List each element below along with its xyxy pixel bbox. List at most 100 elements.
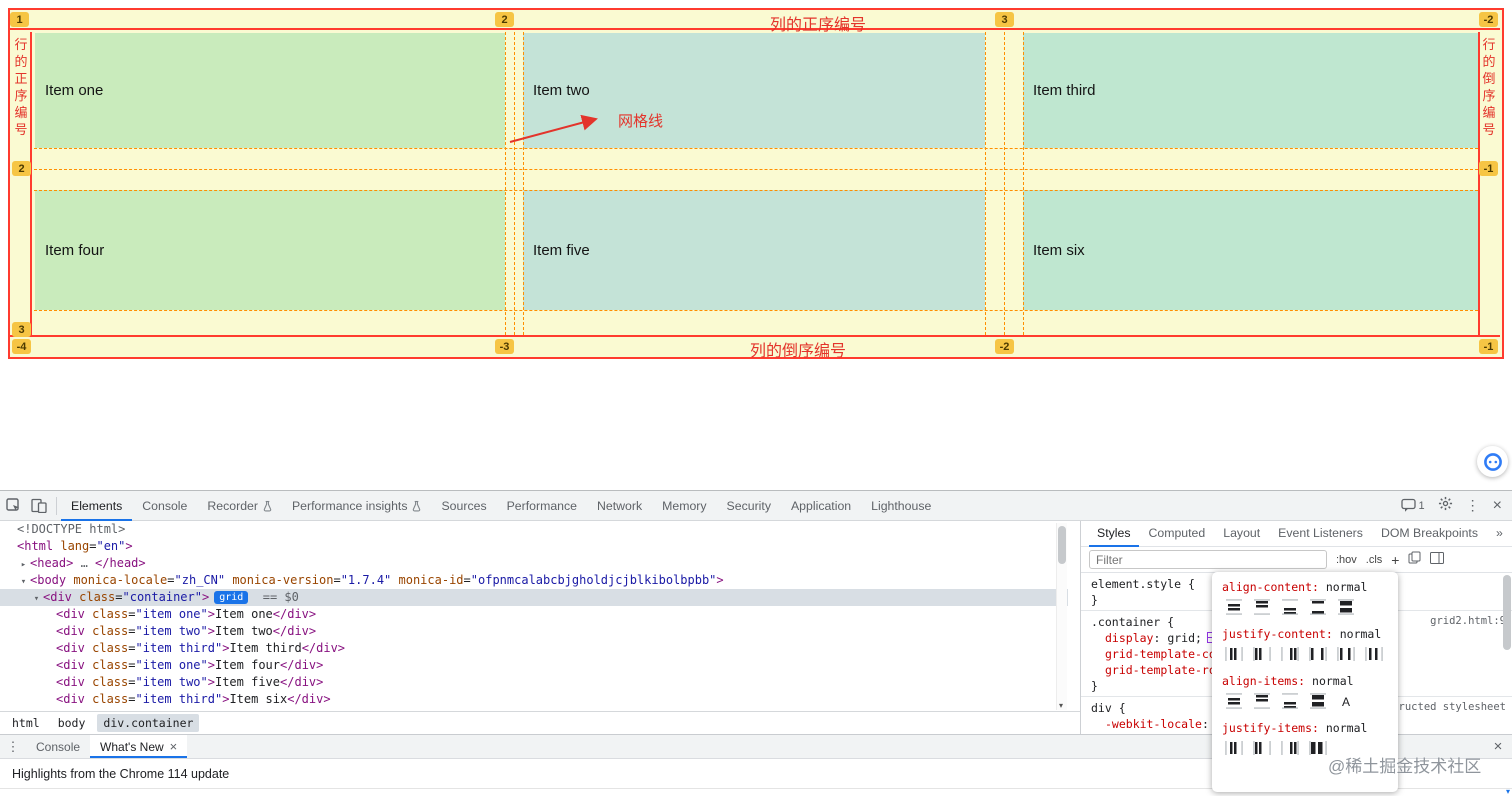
align-content-stretch-button[interactable] (1334, 597, 1358, 617)
devtools-tab-performance[interactable]: Performance (497, 491, 587, 521)
dom-node[interactable]: <!DOCTYPE html> (0, 521, 1068, 538)
justify-items-start-button[interactable] (1250, 738, 1274, 758)
whats-new-heading: Highlights from the Chrome 114 update (12, 766, 230, 781)
expander-icon[interactable]: ▸ (17, 557, 30, 572)
justify-content-center-button[interactable] (1222, 644, 1246, 664)
elements-scrollbar[interactable]: ▾ (1056, 523, 1067, 710)
svg-text:A: A (1342, 695, 1350, 709)
column-negative-title: 列的倒序编号 (750, 343, 847, 360)
justify-items-center-button[interactable] (1222, 738, 1246, 758)
grid-line-number-badge: -2 (1479, 12, 1498, 27)
styles-tab-event-listeners[interactable]: Event Listeners (1270, 521, 1371, 547)
justify-content-around-button[interactable] (1334, 644, 1358, 664)
styles-tab-computed[interactable]: Computed (1141, 521, 1214, 547)
column-positive-title: 列的正序编号 (770, 17, 867, 34)
issues-count-button[interactable]: 1 (1400, 498, 1425, 513)
issues-count: 1 (1418, 499, 1425, 512)
devtools-tab-console[interactable]: Console (132, 491, 197, 521)
styles-tab-layout[interactable]: Layout (1215, 521, 1268, 547)
styles-tab-dom-breakpoints[interactable]: DOM Breakpoints (1373, 521, 1486, 547)
monica-extension-button[interactable] (1477, 446, 1508, 477)
rule-selector[interactable]: .container (1091, 615, 1160, 629)
more-tabs-button[interactable]: » (1488, 521, 1512, 547)
justify-content-between-button[interactable] (1306, 644, 1330, 664)
dom-node[interactable]: <div class="item third">Item six</div> (0, 691, 1068, 708)
grid-line-number-badge: -1 (1479, 161, 1498, 176)
scrollbar-thumb[interactable] (1058, 526, 1066, 564)
styles-tab-styles[interactable]: Styles (1089, 521, 1139, 547)
align-items-start-button[interactable] (1250, 691, 1274, 711)
expander-icon[interactable]: ▾ (17, 574, 30, 589)
devtools-tab-memory[interactable]: Memory (652, 491, 716, 521)
justify-items-stretch-button[interactable] (1306, 738, 1330, 758)
close-drawer-icon[interactable]: × (1484, 735, 1512, 758)
dom-node[interactable]: ▸ <head> … </head> (0, 555, 1068, 572)
devtools-tab-sources[interactable]: Sources (431, 491, 496, 521)
justify-items-end-button[interactable] (1278, 738, 1302, 758)
copy-styles-icon[interactable] (1408, 551, 1421, 569)
breadcrumb: html body div.container (0, 711, 1080, 734)
dom-node[interactable]: <div class="item one">Item four</div> (0, 657, 1068, 674)
close-tab-icon[interactable]: × (170, 739, 178, 754)
rule-source-link[interactable]: grid2.html:9 (1430, 615, 1506, 627)
styles-scrollbar-thumb[interactable] (1503, 575, 1511, 650)
align-items-stretch-button[interactable] (1306, 691, 1330, 711)
dom-node[interactable]: <div class="item two">Item two</div> (0, 623, 1068, 640)
dom-node[interactable]: <div class="item two">Item five</div> (0, 674, 1068, 691)
new-style-rule-button[interactable]: + (1391, 552, 1399, 568)
watermark: @稀土掘金技术社区 (1328, 757, 1482, 776)
sidebar-layout-icon[interactable] (1430, 551, 1445, 569)
breadcrumb-item[interactable]: html (6, 714, 46, 732)
dom-node[interactable]: <div class="item one">Item one</div> (0, 606, 1068, 623)
devtools-tab-elements[interactable]: Elements (61, 491, 132, 521)
device-toolbar-icon[interactable] (26, 491, 52, 521)
devtools-tab-network[interactable]: Network (587, 491, 652, 521)
align-items-end-button[interactable] (1278, 691, 1302, 711)
inspect-element-icon[interactable] (0, 491, 26, 521)
dom-node[interactable]: <html lang="en"> (0, 538, 1068, 555)
devtools-tab-performance-insights[interactable]: Performance insights (282, 491, 432, 521)
grid-line-number-badge: 3 (995, 12, 1014, 27)
rule-selector[interactable]: div (1091, 701, 1112, 715)
close-devtools-icon[interactable]: × (1493, 497, 1502, 515)
expander-icon[interactable]: ▾ (30, 591, 43, 606)
align-items-baseline-button[interactable]: A (1334, 691, 1358, 711)
grid-adorner-badge[interactable]: grid (214, 591, 249, 604)
align-content-center-button[interactable] (1222, 597, 1246, 617)
row-positive-label: 行的正序编号 (14, 37, 28, 137)
class-toggle[interactable]: .cls (1366, 554, 1383, 566)
breadcrumb-item[interactable]: body (52, 714, 92, 732)
settings-gear-icon[interactable] (1438, 496, 1453, 516)
dom-node[interactable]: ▾ <div class="container"> grid == $0 (0, 589, 1068, 606)
align-content-start-button[interactable] (1250, 597, 1274, 617)
grid-gap-line (34, 190, 1478, 191)
dom-node[interactable]: <div class="item third">Item third</div> (0, 640, 1068, 657)
drawer-menu-icon[interactable]: ⋮ (0, 735, 26, 758)
grid-line-number-badge: -3 (495, 339, 514, 354)
devtools-tab-recorder[interactable]: Recorder (197, 491, 282, 521)
dom-node[interactable]: ▾ <body monica-locale="zh_CN" monica-vers… (0, 572, 1068, 589)
grid-gap-line (523, 32, 524, 335)
align-content-end-button[interactable] (1278, 597, 1302, 617)
align-content-between-button[interactable] (1306, 597, 1330, 617)
drawer-tab-what-s-new[interactable]: What's New × (90, 735, 188, 758)
devtools-tab-application[interactable]: Application (781, 491, 861, 521)
devtools-tab-security[interactable]: Security (717, 491, 781, 521)
rule-selector[interactable]: element.style (1091, 577, 1181, 591)
filter-input[interactable] (1089, 550, 1327, 569)
drawer-tab-console[interactable]: Console (26, 735, 90, 758)
justify-content-evenly-button[interactable] (1362, 644, 1386, 664)
scroll-down-icon[interactable]: ▾ (1059, 701, 1063, 710)
justify-content-start-button[interactable] (1250, 644, 1274, 664)
align-items-center-button[interactable] (1222, 691, 1246, 711)
pseudo-state-toggle[interactable]: :hov (1336, 554, 1357, 566)
devtools-tab-lighthouse[interactable]: Lighthouse (861, 491, 941, 521)
grid-item-label: Item two (533, 82, 590, 99)
justify-content-end-button[interactable] (1278, 644, 1302, 664)
more-options-icon[interactable]: ⋮ (1466, 497, 1480, 514)
scroll-corner-icon[interactable]: ▾ (1506, 787, 1510, 796)
breadcrumb-item[interactable]: div.container (97, 714, 200, 732)
grid-overlay-container: 列的正序编号 列的倒序编号 行的正序编号 行的倒序编号 网格线 Item one… (8, 8, 1504, 360)
